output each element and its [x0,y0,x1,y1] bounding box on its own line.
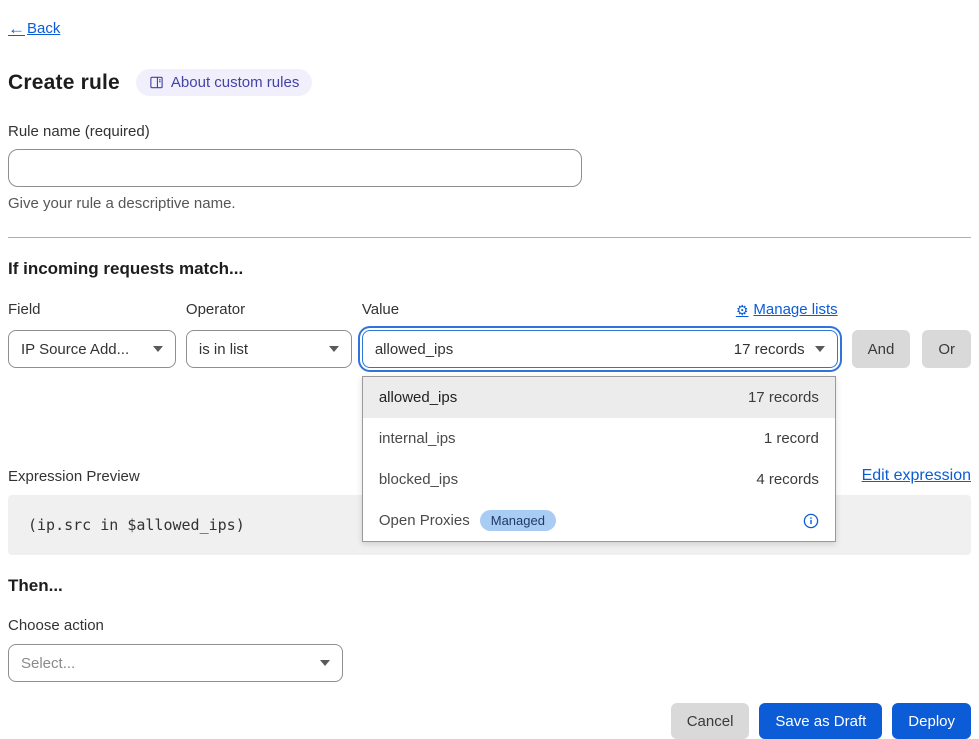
field-select[interactable]: IP Source Add... [8,330,176,368]
footer-actions: Cancel Save as Draft Deploy [8,703,971,739]
expression-code: (ip.src in $allowed_ips) [28,516,245,534]
operator-column: Operator is in list [186,301,352,368]
list-option-name: blocked_ips [379,471,458,488]
value-select-meta-group: 17 records [734,341,825,358]
value-select-record-count: 17 records [734,341,805,358]
value-header: Value ⚙ Manage lists [362,301,838,318]
list-option-blocked-ips[interactable]: blocked_ips 4 records [363,459,835,500]
action-select[interactable]: Select... [8,644,343,682]
action-select-placeholder: Select... [21,655,75,672]
manage-lists-label: Manage lists [753,301,837,318]
choose-action-label: Choose action [8,617,971,634]
list-option-name: Open Proxies [379,512,470,529]
and-or-group: And Or [852,330,971,368]
list-option-name-group: Open Proxies Managed [379,510,556,531]
list-option-open-proxies[interactable]: Open Proxies Managed [363,500,835,541]
operator-select-value: is in list [199,341,248,358]
book-icon [149,75,164,90]
back-link[interactable]: ← Back [8,20,60,37]
list-option-name: allowed_ips [379,389,457,406]
save-draft-button[interactable]: Save as Draft [759,703,882,739]
title-row: Create rule About custom rules [8,69,971,96]
cancel-button[interactable]: Cancel [671,703,750,739]
chevron-down-icon [815,346,825,352]
field-label: Field [8,301,176,318]
value-label: Value [362,301,399,318]
deploy-button[interactable]: Deploy [892,703,971,739]
field-column: Field IP Source Add... [8,301,176,368]
value-column: Value ⚙ Manage lists allowed_ips 17 reco… [362,301,838,368]
about-badge-label: About custom rules [171,74,299,91]
back-link-label: Back [27,20,60,37]
manage-lists-link[interactable]: ⚙ Manage lists [736,301,838,318]
list-option-record-count: 1 record [764,430,819,447]
then-heading: Then... [8,576,971,596]
about-custom-rules-link[interactable]: About custom rules [136,69,312,96]
or-button[interactable]: Or [922,330,971,368]
rule-name-input[interactable] [8,149,582,187]
value-select[interactable]: allowed_ips 17 records allowed_ips 17 re… [362,330,838,368]
list-option-name: internal_ips [379,430,456,447]
condition-row: Field IP Source Add... Operator is in li… [8,301,971,368]
back-arrow-icon: ← [8,20,25,37]
page-title: Create rule [8,71,120,95]
chevron-down-icon [320,660,330,666]
info-icon[interactable] [803,513,819,529]
section-divider [8,237,971,238]
rule-name-label: Rule name (required) [8,123,971,140]
chevron-down-icon [329,346,339,352]
field-select-value: IP Source Add... [21,341,129,358]
create-rule-page: ← Back Create rule About custom rules Ru… [0,0,979,739]
edit-expression-link[interactable]: Edit expression [862,467,971,485]
match-heading: If incoming requests match... [8,259,971,279]
list-option-internal-ips[interactable]: internal_ips 1 record [363,418,835,459]
list-option-record-count: 4 records [756,471,819,488]
value-select-value: allowed_ips [375,341,453,358]
operator-label: Operator [186,301,352,318]
rule-name-helper: Give your rule a descriptive name. [8,195,971,212]
list-option-record-count: 17 records [748,389,819,406]
operator-select[interactable]: is in list [186,330,352,368]
managed-badge: Managed [480,510,556,531]
list-dropdown: allowed_ips 17 records internal_ips 1 re… [362,376,836,542]
and-button[interactable]: And [852,330,911,368]
chevron-down-icon [153,346,163,352]
list-option-allowed-ips[interactable]: allowed_ips 17 records [363,377,835,418]
gear-icon: ⚙ [736,303,749,317]
expression-preview-label: Expression Preview [8,468,140,485]
